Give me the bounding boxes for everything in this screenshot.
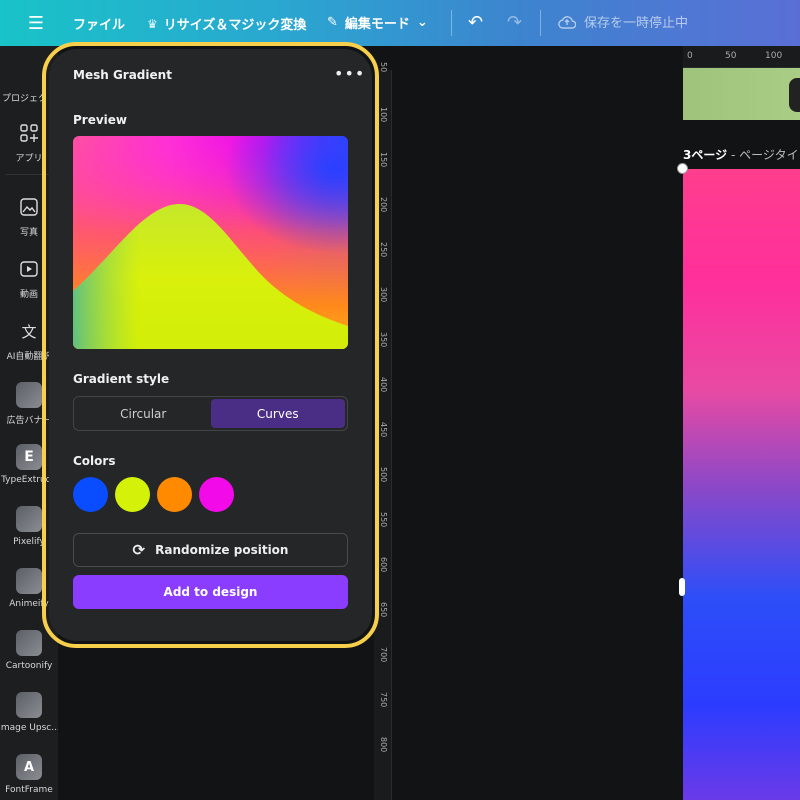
ruler-tick: 500 [379, 467, 388, 483]
ruler-tick: 600 [379, 557, 388, 573]
resize-magic-button[interactable]: ♛ リサイズ＆マジック変換 [147, 14, 307, 34]
app-thumbnail [16, 506, 42, 532]
sidebar-item-label: FontFrame [5, 785, 53, 795]
toolbar-divider [540, 10, 541, 36]
ruler-tick: 750 [379, 692, 388, 708]
curves-option[interactable]: Curves [210, 399, 345, 428]
ruler-tick: 550 [379, 512, 388, 528]
ruler-tick: 50 [725, 51, 737, 61]
app-root: ☰ ファイル ♛ リサイズ＆マジック変換 ✎ 編集モード ⌄ ↶ ↷ 保存を一時… [0, 0, 800, 800]
color-swatch-blue[interactable] [73, 477, 108, 512]
ruler-tick: 800 [379, 737, 388, 753]
sidebar-item-label: Pixelify [13, 537, 45, 547]
ruler-tick: 700 [379, 647, 388, 663]
apps-grid-icon [16, 120, 42, 146]
color-swatch-orange[interactable] [157, 477, 192, 512]
cloud-icon [558, 15, 576, 29]
more-options-icon[interactable]: ••• [334, 64, 365, 83]
panel-title: Mesh Gradient [73, 68, 172, 82]
ruler-tick: 100 [379, 107, 388, 123]
horizontal-ruler: 0 50 100 [683, 46, 800, 68]
toolbar-divider [451, 10, 452, 36]
file-menu[interactable]: ファイル [73, 14, 125, 33]
translate-icon: 文 [21, 322, 37, 341]
ruler-tick: 350 [379, 332, 388, 348]
gradient-style-toggle: Circular Curves [73, 396, 348, 431]
ruler-tick: 100 [765, 51, 783, 61]
sidebar-item-label: アプリ [15, 154, 43, 164]
refresh-icon: ⟳ [132, 541, 146, 559]
ruler-tick: 150 [379, 152, 388, 168]
previous-page[interactable] [683, 68, 800, 120]
folder-icon [16, 60, 42, 86]
color-swatch-magenta[interactable] [199, 477, 234, 512]
photo-icon [16, 194, 42, 220]
top-toolbar: ☰ ファイル ♛ リサイズ＆マジック変換 ✎ 編集モード ⌄ ↶ ↷ 保存を一時… [0, 0, 800, 46]
resize-handle[interactable] [677, 163, 688, 174]
hamburger-icon[interactable]: ☰ [26, 13, 46, 34]
sidebar-item-label: 動画 [19, 290, 38, 300]
ruler-tick: 450 [379, 422, 388, 438]
ruler-tick: 400 [379, 377, 388, 393]
app-thumbnail [16, 382, 42, 408]
app-thumbnail [16, 692, 42, 718]
ruler-tick: 0 [687, 51, 693, 61]
app-thumbnail: A [16, 754, 42, 780]
add-to-design-button[interactable]: Add to design [73, 575, 348, 609]
sidebar-item-fontframe[interactable]: A FontFrame [0, 754, 58, 795]
color-swatch-lime[interactable] [115, 477, 150, 512]
sidebar-item-label: Image Upsc... [0, 723, 60, 733]
colors-heading: Colors [73, 454, 116, 468]
app-thumbnail [16, 568, 42, 594]
resize-handle[interactable] [679, 578, 685, 596]
save-status-label: 保存を一時停止中 [584, 16, 689, 31]
color-swatches [73, 477, 234, 512]
video-icon [16, 256, 42, 282]
app-thumbnail: E [16, 444, 42, 470]
gradient-style-heading: Gradient style [73, 372, 170, 386]
gradient-preview [73, 136, 348, 349]
sidebar-item-label: Cartoonify [5, 661, 53, 671]
randomize-position-button[interactable]: ⟳ Randomize position [73, 533, 348, 567]
page-title[interactable]: 3ページ - ページタイ [683, 146, 799, 163]
randomize-label: Randomize position [155, 543, 289, 557]
redo-icon[interactable]: ↷ [507, 12, 522, 33]
save-status: 保存を一時停止中 [558, 12, 688, 31]
ruler-tick: 250 [379, 242, 388, 258]
pencil-icon: ✎ [327, 15, 338, 30]
chevron-down-icon: ⌄ [416, 15, 428, 30]
undo-icon[interactable]: ↶ [468, 12, 483, 33]
resize-label: リサイズ＆マジック変換 [163, 18, 307, 33]
page-menu-tab[interactable] [789, 78, 800, 112]
sidebar-item-image-upscaler[interactable]: Image Upsc... [0, 692, 60, 733]
ruler-tick: 650 [379, 602, 388, 618]
sidebar-item-label: 写真 [19, 228, 38, 238]
ruler-tick: 200 [379, 197, 388, 213]
design-page[interactable] [683, 169, 800, 800]
circular-option[interactable]: Circular [76, 399, 211, 428]
ruler-tick: 300 [379, 287, 388, 303]
edit-mode-label: 編集モード [344, 17, 410, 32]
app-thumbnail [16, 630, 42, 656]
preview-heading: Preview [73, 113, 128, 127]
edit-mode-button[interactable]: ✎ 編集モード ⌄ [327, 13, 428, 32]
crown-icon: ♛ [147, 16, 158, 31]
ruler-tick: 50 [379, 62, 388, 73]
